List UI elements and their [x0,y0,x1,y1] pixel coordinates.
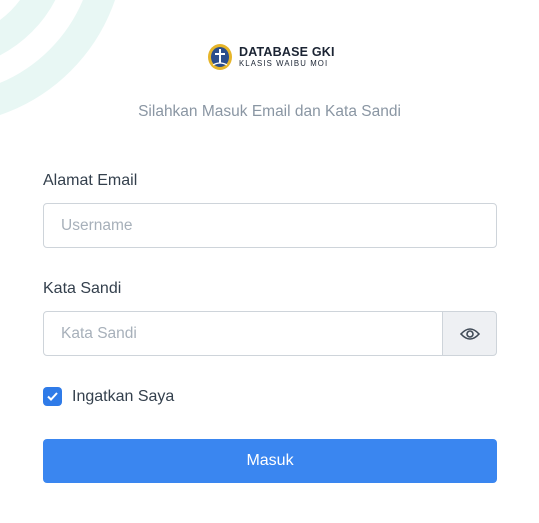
email-input[interactable] [43,203,497,248]
brand-title: DATABASE GKI [239,44,335,59]
password-input[interactable] [43,311,443,356]
brand-subtitle: KLASIS WAIBU MOI [239,59,329,69]
remember-me-label: Ingatkan Saya [72,387,175,405]
toggle-password-visibility-button[interactable] [442,311,497,356]
eye-icon [459,327,480,340]
login-card: DATABASE GKI KLASIS WAIBU MOI Silahkan M… [0,0,539,523]
password-label: Kata Sandi [43,280,122,297]
login-button[interactable]: Masuk [43,439,497,483]
church-emblem-icon [208,44,232,70]
brand-logo: DATABASE GKI KLASIS WAIBU MOI [207,42,335,72]
email-label: Alamat Email [43,172,138,189]
remember-me-checkbox[interactable] [43,387,62,406]
brand-text: DATABASE GKI KLASIS WAIBU MOI [239,46,335,68]
check-icon [47,392,58,401]
login-heading: Silahkan Masuk Email dan Kata Sandi [138,103,401,120]
remember-me-option[interactable]: Ingatkan Saya [43,387,174,406]
